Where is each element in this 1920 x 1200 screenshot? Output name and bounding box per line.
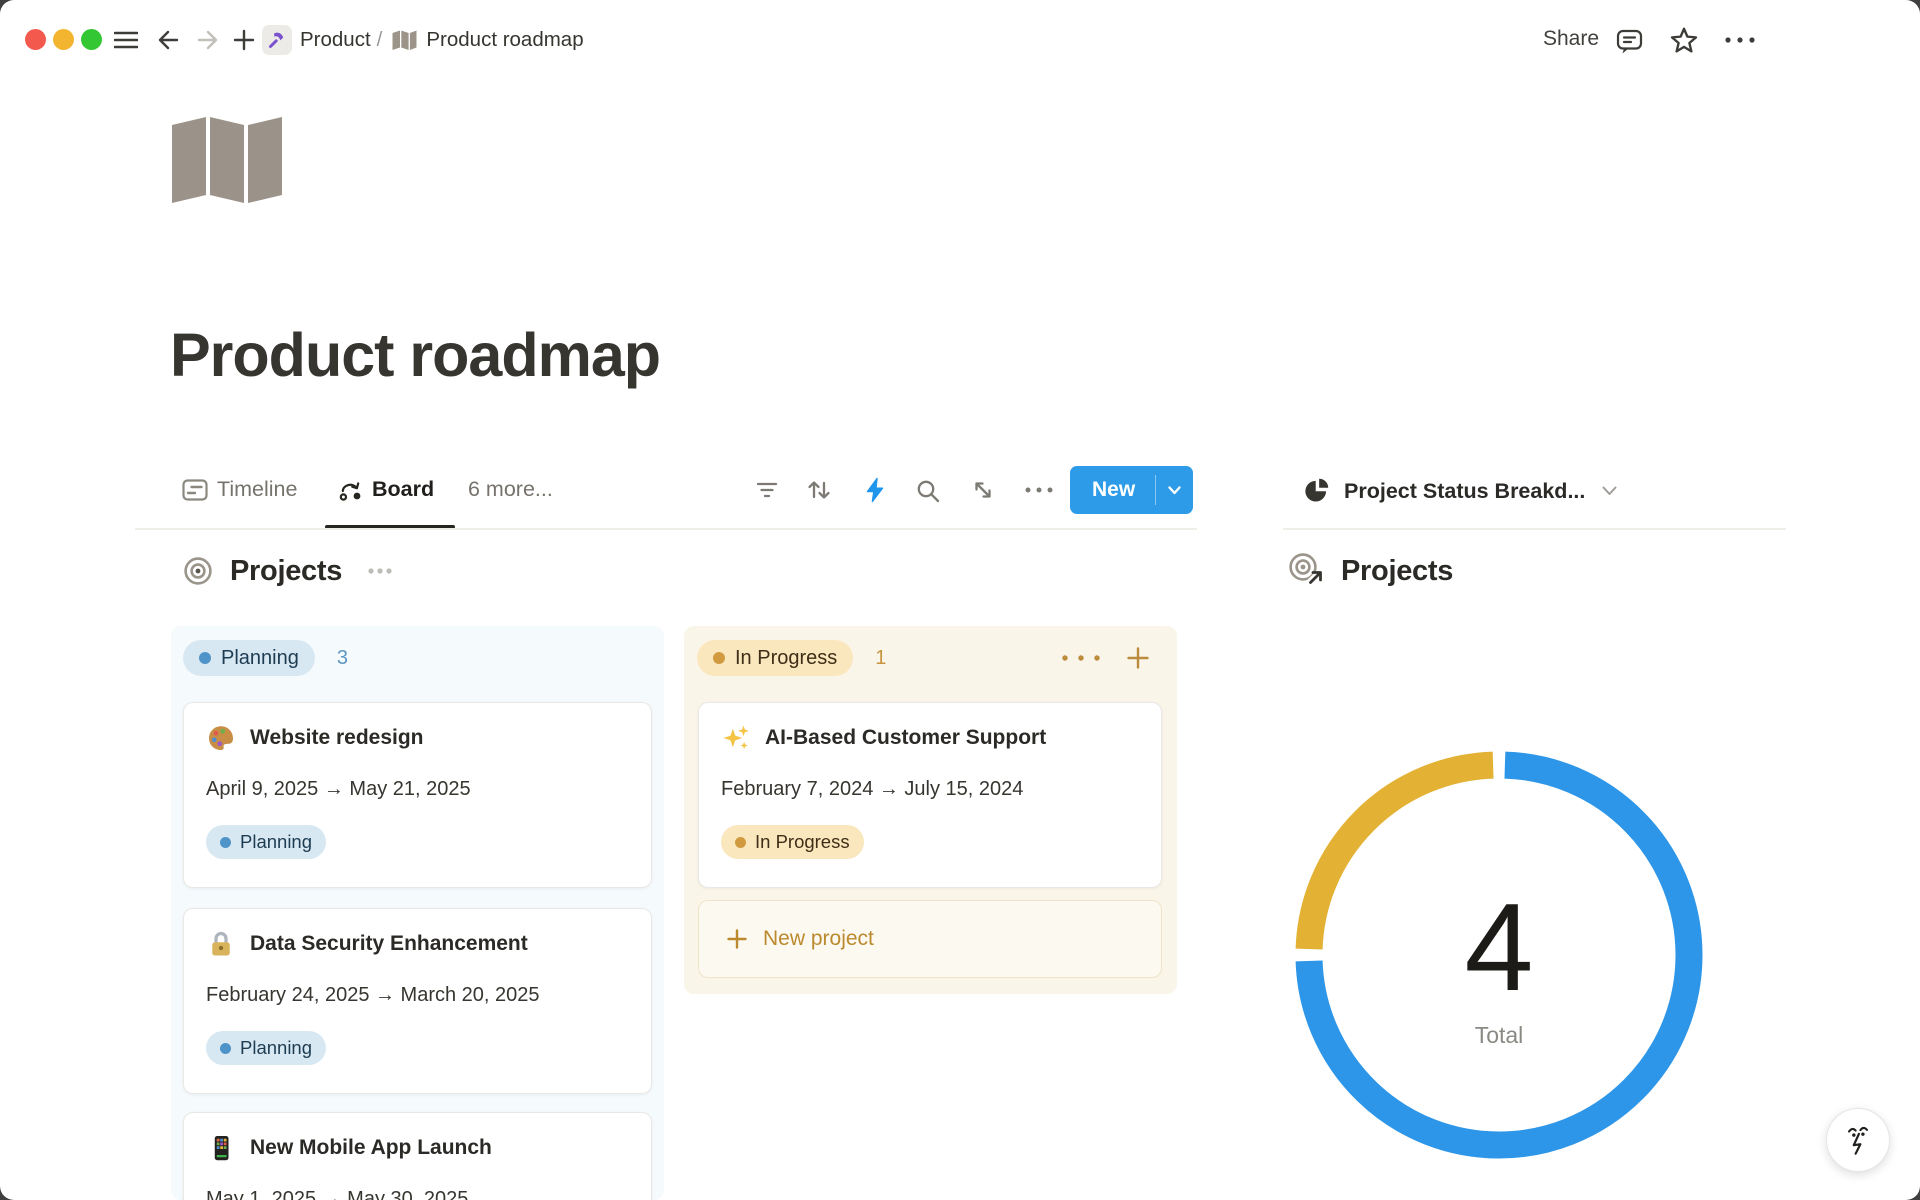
page-title[interactable]: Product roadmap: [170, 320, 660, 390]
card-status-badge: Planning: [206, 825, 326, 859]
status-dot-inprogress: [713, 652, 725, 664]
notion-face-button[interactable]: [1826, 1108, 1890, 1172]
chevron-down-icon: [1602, 486, 1617, 496]
new-button-chevron[interactable]: [1156, 466, 1193, 514]
card-status-badge: Planning: [206, 1031, 326, 1065]
tab-more-label: 6 more...: [468, 477, 553, 502]
new-project-label: New project: [763, 927, 874, 951]
card-title: Website redesign: [250, 726, 424, 750]
new-button[interactable]: New: [1070, 466, 1193, 514]
share-button[interactable]: Share: [1543, 27, 1599, 51]
planning-count: 3: [337, 647, 348, 670]
search-icon[interactable]: [914, 477, 942, 505]
new-button-label[interactable]: New: [1070, 478, 1155, 502]
card-ai-customer-support[interactable]: AI-Based Customer Support February 7, 20…: [698, 702, 1162, 888]
chart-view-title[interactable]: Project Status Breakd...: [1344, 479, 1585, 504]
timeline-icon: [182, 479, 208, 501]
tab-timeline[interactable]: Timeline: [182, 477, 297, 502]
linked-target-icon: [1288, 551, 1326, 591]
tab-board-label: Board: [372, 477, 434, 502]
left-panel-divider: [135, 528, 1197, 530]
comment-icon[interactable]: [1614, 26, 1644, 56]
breadcrumb-separator: /: [377, 28, 383, 52]
hamburger-menu-icon[interactable]: [113, 29, 139, 51]
traffic-light-minimize[interactable]: [53, 29, 74, 50]
card-website-redesign[interactable]: Website redesign April 9, 2025 → May 21,…: [183, 702, 652, 888]
donut-total-label: Total: [1389, 1022, 1609, 1049]
card-data-security[interactable]: Data Security Enhancement February 24, 2…: [183, 908, 652, 1094]
card-title: Data Security Enhancement: [250, 932, 528, 956]
donut-total-value: 4: [1389, 886, 1609, 1010]
chevron-down-icon: [1168, 486, 1181, 495]
right-panel-divider: [1283, 528, 1786, 530]
card-mobile-app-launch[interactable]: New Mobile App Launch May 1, 2025 → May …: [183, 1112, 652, 1200]
star-icon[interactable]: [1668, 25, 1700, 57]
card-dates: May 1, 2025 → May 30, 2025: [206, 1188, 629, 1200]
card-title: AI-Based Customer Support: [765, 726, 1046, 750]
new-project-button[interactable]: New project: [698, 900, 1162, 978]
face-icon: [1841, 1119, 1875, 1161]
target-icon: [183, 556, 213, 586]
breadcrumb-page[interactable]: Product roadmap: [426, 28, 583, 52]
filter-icon[interactable]: [754, 478, 780, 502]
back-arrow-icon[interactable]: [155, 28, 181, 52]
inprogress-group-pill[interactable]: In Progress: [697, 640, 853, 676]
chart-section-title: Projects: [1341, 555, 1453, 588]
card-dates: February 24, 2025 → March 20, 2025: [206, 984, 629, 1007]
notion-window: Product / Product roadmap Share: [0, 0, 1920, 1200]
inprogress-count: 1: [875, 647, 886, 670]
card-status-badge: In Progress: [721, 825, 864, 859]
card-dates: April 9, 2025 → May 21, 2025: [206, 778, 629, 801]
section-more-icon[interactable]: [366, 567, 394, 575]
mobile-phone-icon: [206, 1133, 236, 1163]
breadcrumb-team[interactable]: Product: [300, 28, 371, 52]
map-icon: [392, 30, 417, 51]
expand-icon[interactable]: [970, 478, 996, 502]
teamspace-icon-box[interactable]: [262, 25, 292, 55]
tab-more-views[interactable]: 6 more...: [468, 477, 553, 502]
chart-view-header[interactable]: Project Status Breakd...: [1303, 475, 1617, 507]
inprogress-group-label: In Progress: [735, 647, 837, 670]
column-more-icon[interactable]: [1056, 650, 1108, 666]
column-add-card-icon[interactable]: [1124, 644, 1152, 672]
card-title: New Mobile App Launch: [250, 1136, 492, 1160]
view-more-icon[interactable]: [1022, 484, 1056, 496]
palette-icon: [206, 723, 236, 753]
sparkles-icon: [721, 723, 751, 753]
card-dates: February 7, 2024 → July 15, 2024: [721, 778, 1139, 801]
new-tab-plus-icon[interactable]: [231, 28, 257, 52]
titlebar: Product / Product roadmap Share: [0, 0, 1920, 66]
hammer-icon: [265, 28, 289, 52]
planning-group-label: Planning: [221, 647, 299, 670]
lightning-icon[interactable]: [862, 476, 888, 504]
sort-icon[interactable]: [804, 478, 834, 502]
board-icon: [338, 478, 363, 502]
traffic-light-zoom[interactable]: [81, 29, 102, 50]
chart-section-heading[interactable]: Projects: [1288, 549, 1453, 593]
tab-board[interactable]: Board: [338, 477, 434, 502]
forward-arrow-icon[interactable]: [195, 28, 221, 52]
pie-chart-icon: [1303, 477, 1331, 505]
board-section-title: Projects: [230, 555, 342, 588]
lock-icon: [206, 929, 236, 959]
page-icon[interactable]: [172, 117, 282, 208]
traffic-light-close[interactable]: [25, 29, 46, 50]
donut-center: 4 Total: [1389, 886, 1609, 1049]
tab-timeline-label: Timeline: [217, 477, 297, 502]
board-section-heading: Projects: [183, 551, 394, 591]
map-icon: [172, 117, 282, 208]
more-icon[interactable]: [1722, 30, 1758, 50]
plus-icon: [727, 929, 747, 949]
status-dot-planning: [199, 652, 211, 664]
planning-group-pill[interactable]: Planning: [183, 640, 315, 676]
